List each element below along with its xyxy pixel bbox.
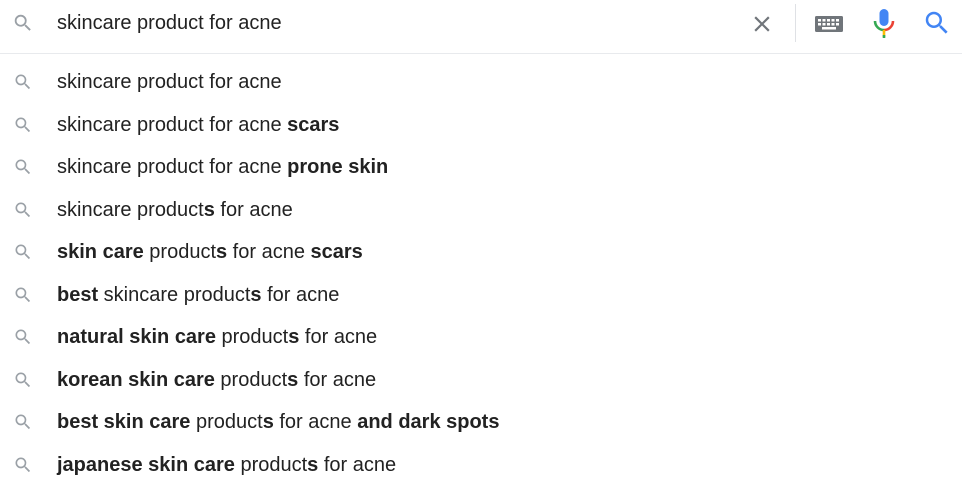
suggestion-text-part: for acne xyxy=(261,283,340,306)
suggestion-item[interactable]: skincare product for acne xyxy=(0,61,962,104)
suggestion-text-part: skincare product for acne xyxy=(57,71,282,93)
suggestion-text-bold: s xyxy=(250,283,262,306)
suggestion-text-bold: japanese skin care xyxy=(57,453,235,476)
suggestion-text-part: skincare product xyxy=(98,283,251,306)
suggestion-text-bold: s xyxy=(307,453,319,476)
suggestion-text-part: for acne xyxy=(318,453,397,476)
search-icon xyxy=(15,457,31,472)
suggestion-text-bold: s xyxy=(262,411,274,433)
suggestion-text-bold: s xyxy=(287,368,299,391)
search-icon xyxy=(15,244,31,260)
search-icon xyxy=(14,14,31,31)
suggestion-text: skincare product for acne scars xyxy=(57,113,339,137)
suggestion-text-bold: prone skin xyxy=(287,156,389,178)
suggestion-text-bold: natural skin care xyxy=(57,326,216,348)
microphone-icon[interactable] xyxy=(872,8,896,40)
suggestion-list: skincare product for acne skincare produc… xyxy=(0,61,962,486)
search-box: skincare product for acne xyxy=(0,0,962,54)
suggestion-text: skin care products for acne scars xyxy=(57,240,363,264)
search-icon[interactable] xyxy=(922,8,952,38)
search-icon xyxy=(15,202,31,217)
suggestion-text-part: skincare product for acne xyxy=(57,113,288,136)
suggestion-text: best skin care products for acne and dar… xyxy=(57,410,499,434)
suggestion-item[interactable]: skincare products for acne xyxy=(0,189,962,232)
suggestion-text: korean skin care products for acne xyxy=(57,368,376,392)
suggestion-text: skincare products for acne xyxy=(57,198,293,222)
suggestion-text: natural skin care products for acne xyxy=(57,325,377,349)
suggestion-text-part: product xyxy=(215,326,289,348)
suggestion-item[interactable]: best skin care products for acne and dar… xyxy=(0,401,962,444)
suggestion-text-part: skincare product for acne xyxy=(57,156,288,178)
suggestion-text: skincare product for acne prone skin xyxy=(57,155,388,179)
suggestion-text: best skincare products for acne xyxy=(57,283,339,307)
suggestion-item[interactable]: korean skin care products for acne xyxy=(0,359,962,402)
search-icon xyxy=(15,159,31,175)
suggestion-item[interactable]: natural skin care products for acne xyxy=(0,316,962,359)
suggestion-text-bold: skin care xyxy=(57,241,144,263)
suggestion-item[interactable]: skincare product for acne scars xyxy=(0,104,962,147)
suggestion-item[interactable]: japanese skin care products for acne xyxy=(0,444,962,487)
suggestion-text-bold: s xyxy=(288,326,300,348)
search-icon xyxy=(15,329,31,345)
divider xyxy=(795,4,796,42)
suggestion-text-bold: s xyxy=(203,198,215,221)
suggestion-text-part: for acne xyxy=(227,241,311,263)
keyboard-icon[interactable] xyxy=(814,14,844,34)
suggestion-text: skincare product for acne xyxy=(57,70,282,94)
suggestion-item[interactable]: skin care products for acne scars xyxy=(0,231,962,274)
suggestion-text-bold: and dark spots xyxy=(357,411,500,433)
suggestion-text-bold: korean skin care xyxy=(57,368,215,391)
suggestion-text-part: for acne xyxy=(298,368,377,391)
suggestion-text-bold: best xyxy=(57,283,99,306)
suggestion-text-part: for acne xyxy=(214,198,293,221)
suggestion-item[interactable]: best skincare products for acne xyxy=(0,274,962,317)
suggestion-text-bold: s xyxy=(216,241,228,263)
suggestion-text-part: product xyxy=(190,411,263,433)
suggestion-text-bold: scars xyxy=(310,241,363,263)
suggestion-item[interactable]: skincare product for acne prone skin xyxy=(0,146,962,189)
suggestion-text-part: product xyxy=(234,453,308,476)
suggestion-text-part: skincare product xyxy=(57,198,204,221)
suggestion-text-part: for acne xyxy=(299,326,378,348)
suggestion-text-part: product xyxy=(143,241,216,263)
search-input[interactable]: skincare product for acne xyxy=(57,9,282,37)
suggestion-text-part: product xyxy=(214,368,288,391)
close-icon[interactable] xyxy=(749,11,775,37)
suggestion-text-part: for acne xyxy=(273,411,358,433)
suggestion-text: japanese skin care products for acne xyxy=(57,453,396,477)
search-icon xyxy=(15,287,31,302)
search-icon xyxy=(15,414,31,430)
suggestion-text-bold: scars xyxy=(287,113,340,136)
search-icon xyxy=(15,74,31,90)
suggestion-text-bold: best skin care xyxy=(57,411,191,433)
search-icon xyxy=(15,117,31,132)
search-icon xyxy=(15,372,31,387)
